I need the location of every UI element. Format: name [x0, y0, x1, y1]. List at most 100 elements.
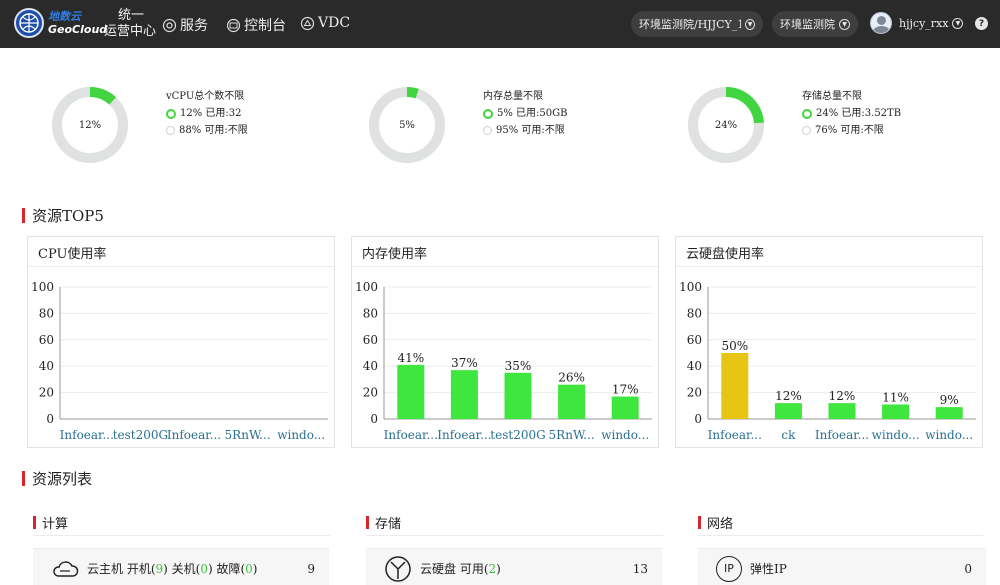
- x-tick-label: ck: [781, 428, 796, 442]
- nav-vdc-label: VDC: [318, 15, 351, 31]
- bar-value-label: 37%: [451, 356, 478, 370]
- y-tick-label: 20: [363, 386, 378, 400]
- nav-vdc[interactable]: VDC: [300, 15, 350, 31]
- bar-value-label: 26%: [558, 371, 585, 385]
- y-tick-label: 60: [687, 333, 702, 347]
- top5-section-title: 资源TOP5: [22, 205, 104, 226]
- elastic-ip-card[interactable]: IP 弹性IP 0: [698, 548, 986, 585]
- elastic-ip-label: 弹性IP: [750, 562, 787, 576]
- free-legend-icon: [483, 126, 492, 135]
- disk-icon: [384, 555, 412, 583]
- chevron-down-icon: ▼: [952, 17, 964, 29]
- system-title: 统一 运营中心: [104, 8, 156, 40]
- bar[interactable]: [611, 396, 639, 419]
- x-tick-label: windo...: [601, 428, 649, 442]
- bar-value-label: 41%: [397, 351, 424, 365]
- y-tick-label: 40: [39, 359, 54, 373]
- help-icon[interactable]: ?: [975, 17, 988, 30]
- vcpu-used: 12% 已用:32: [180, 108, 242, 119]
- y-tick-label: 20: [39, 386, 54, 400]
- bar[interactable]: [450, 370, 478, 419]
- vcpu-percent: 12%: [78, 119, 102, 131]
- service-icon: [162, 18, 177, 32]
- cloud-host-status: 云主机 开机(9) 关机(0) 故障(0): [87, 562, 258, 576]
- y-tick-label: 40: [363, 359, 378, 373]
- system-title-line1: 统一: [118, 8, 145, 23]
- cloud-host-card[interactable]: 云主机 开机(9) 关机(0) 故障(0) 9: [33, 548, 329, 585]
- x-tick-label: Infoear...: [384, 428, 438, 442]
- system-title-line2: 运营中心: [104, 24, 157, 39]
- org-select[interactable]: 环境监测院 ▼: [772, 11, 858, 37]
- org-select-value: 环境监测院: [780, 18, 835, 31]
- cloud-disk-card[interactable]: 云硬盘 可用(2) 13: [366, 548, 662, 585]
- x-tick-label: test200G: [113, 428, 168, 442]
- top-navigation-bar: 地数云 GeoCloud 统一 运营中心 服务 控制台 VDC 环境监测院/HJ…: [0, 0, 1000, 48]
- bar[interactable]: [828, 403, 856, 419]
- storage-title: 存储总量不限: [802, 91, 862, 102]
- bar[interactable]: [558, 384, 586, 419]
- free-legend-icon: [166, 126, 175, 135]
- geocloud-logo[interactable]: 地数云 GeoCloud: [14, 8, 107, 38]
- nav-service-label: 服务: [180, 18, 208, 34]
- vcpu-donut-chart: 12%: [51, 86, 129, 164]
- cloud-host-count: 9: [307, 561, 315, 576]
- disk-usage-chart: 0 20 40 60 80 100 50% Infoear... 12% ck 12% Infoear…: [679, 280, 976, 442]
- console-icon: [226, 18, 241, 32]
- x-tick-label: windo...: [277, 428, 325, 442]
- nav-service[interactable]: 服务: [162, 15, 208, 35]
- y-tick-label: 40: [687, 359, 702, 373]
- cpu-usage-panel: CPU使用率 0 20 40 60 80 100 Infoear... test200G Inf…: [27, 236, 335, 448]
- bar[interactable]: [721, 353, 749, 419]
- memory-usage-title: 内存使用率: [352, 237, 658, 267]
- x-tick-label: Infoear...: [167, 428, 221, 442]
- y-tick-label: 60: [39, 333, 54, 347]
- logo-text-en: GeoCloud: [48, 23, 108, 36]
- bar[interactable]: [774, 403, 802, 419]
- storage-used: 24% 已用:3.52TB: [816, 108, 902, 119]
- cloud-icon: [51, 559, 79, 579]
- memory-usage-chart: 0 20 40 60 80 100 41% Infoear... 37% Infoear... 35…: [355, 280, 652, 442]
- username: hjjcy_rxx: [899, 16, 949, 30]
- elastic-ip-count: 0: [964, 561, 972, 576]
- chevron-down-icon: ▼: [745, 18, 755, 30]
- x-tick-label: Infoear...: [437, 428, 491, 442]
- bar-value-label: 50%: [721, 339, 748, 353]
- nav-console-label: 控制台: [244, 18, 286, 34]
- storage-section-title: 存储: [366, 513, 401, 532]
- x-tick-label: Infoear...: [815, 428, 869, 442]
- bar[interactable]: [935, 407, 963, 419]
- avatar: [870, 12, 892, 34]
- y-tick-label: 60: [363, 333, 378, 347]
- y-tick-label: 0: [46, 412, 54, 426]
- vcpu-title: vCPU总个数不限: [166, 91, 245, 102]
- y-tick-label: 0: [694, 412, 702, 426]
- cloud-disk-count: 13: [632, 561, 648, 576]
- memory-usage-panel: 内存使用率 0 20 40 60 80 100 41% Infoear... 37% Infoea…: [351, 236, 659, 448]
- memory-donut-chart: 5%: [368, 86, 446, 164]
- storage-donut-chart: 24%: [687, 86, 765, 164]
- bar[interactable]: [882, 404, 910, 419]
- logo-text-cn: 地数云: [48, 10, 81, 23]
- network-section-title: 网络: [698, 513, 733, 532]
- ip-icon: IP: [716, 555, 742, 582]
- used-legend-icon: [802, 108, 812, 119]
- y-tick-label: 100: [355, 280, 378, 294]
- y-tick-label: 80: [363, 306, 378, 320]
- storage-percent: 24%: [714, 119, 738, 131]
- bar[interactable]: [504, 372, 532, 419]
- memory-used: 5% 已用:50GB: [497, 108, 568, 119]
- y-tick-label: 20: [687, 386, 702, 400]
- bar-value-label: 12%: [775, 389, 802, 403]
- user-menu[interactable]: hjjcy_rxx ▼: [870, 12, 964, 34]
- disk-usage-title: 云硬盘使用率: [676, 237, 982, 267]
- vcpu-free: 88% 可用:不限: [179, 125, 248, 136]
- project-select[interactable]: 环境监测院/HJJCY_1... ▼: [631, 11, 763, 37]
- x-tick-label: Infoear...: [708, 428, 762, 442]
- memory-title: 内存总量不限: [483, 91, 543, 102]
- nav-console[interactable]: 控制台: [226, 15, 286, 35]
- globe-logo-icon: [14, 8, 44, 38]
- cloud-disk-status: 云硬盘 可用(2): [420, 562, 501, 576]
- y-tick-label: 100: [679, 280, 702, 294]
- used-legend-icon: [483, 108, 493, 119]
- bar[interactable]: [397, 364, 425, 419]
